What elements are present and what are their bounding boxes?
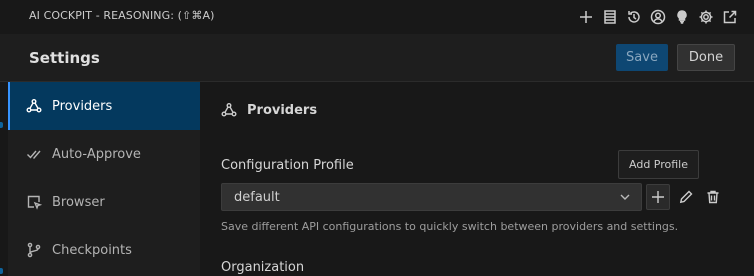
done-button[interactable]: Done xyxy=(677,44,735,71)
sidebar-item-label: Auto-Approve xyxy=(52,146,141,162)
popout-icon[interactable] xyxy=(718,7,742,27)
sidebar-item-providers[interactable]: Providers xyxy=(8,82,200,130)
settings-sidebar: Providers Auto-Approve Browser Checkpoin… xyxy=(8,82,200,276)
configuration-profile-label: Configuration Profile xyxy=(221,158,354,173)
configuration-profile-select[interactable]: default xyxy=(221,183,642,211)
providers-icon xyxy=(26,98,42,114)
save-button[interactable]: Save xyxy=(616,44,668,71)
git-branch-icon xyxy=(26,242,42,258)
plus-icon[interactable] xyxy=(574,7,598,27)
panel-title: AI COCKPIT - REASONING: (⇧⌘A) xyxy=(29,9,215,22)
delete-profile-button[interactable] xyxy=(701,184,725,210)
plus-icon xyxy=(652,191,664,203)
browser-icon xyxy=(26,194,42,210)
rename-profile-button[interactable] xyxy=(674,184,698,210)
sidebar-item-label: Providers xyxy=(52,98,113,114)
sidebar-item-browser[interactable]: Browser xyxy=(8,178,200,226)
left-edge-strip xyxy=(0,82,8,276)
add-profile-button[interactable] xyxy=(646,184,670,210)
sidebar-item-label: Browser xyxy=(52,194,105,210)
organization-label: Organization xyxy=(221,260,305,275)
lightbulb-icon[interactable] xyxy=(670,7,694,27)
section-title: Providers xyxy=(247,102,318,118)
select-value: default xyxy=(234,189,280,205)
providers-icon xyxy=(221,103,237,117)
title-bar: AI COCKPIT - REASONING: (⇧⌘A) xyxy=(0,0,754,34)
sidebar-item-checkpoints[interactable]: Checkpoints xyxy=(8,226,200,274)
pencil-icon xyxy=(679,190,693,204)
settings-content: Providers Configuration Profile Add Prof… xyxy=(200,82,754,276)
sidebar-item-auto-approve[interactable]: Auto-Approve xyxy=(8,130,200,178)
page-title: Settings xyxy=(29,49,100,67)
check-all-icon xyxy=(26,146,42,162)
trash-icon xyxy=(707,190,719,204)
profile-help-text: Save different API configurations to qui… xyxy=(221,220,679,233)
server-icon[interactable] xyxy=(598,7,622,27)
account-icon[interactable] xyxy=(646,7,670,27)
section-header: Providers xyxy=(221,102,317,118)
settings-header: Settings Save Done xyxy=(0,34,754,82)
history-icon[interactable] xyxy=(622,7,646,27)
add-profile-tooltip: Add Profile xyxy=(618,150,699,179)
sidebar-item-label: Checkpoints xyxy=(52,242,132,258)
edge-indicator xyxy=(0,268,3,274)
chevron-down-icon xyxy=(619,191,631,203)
title-bar-actions xyxy=(574,7,742,27)
edge-indicator xyxy=(0,122,3,128)
gear-icon[interactable] xyxy=(694,7,718,27)
